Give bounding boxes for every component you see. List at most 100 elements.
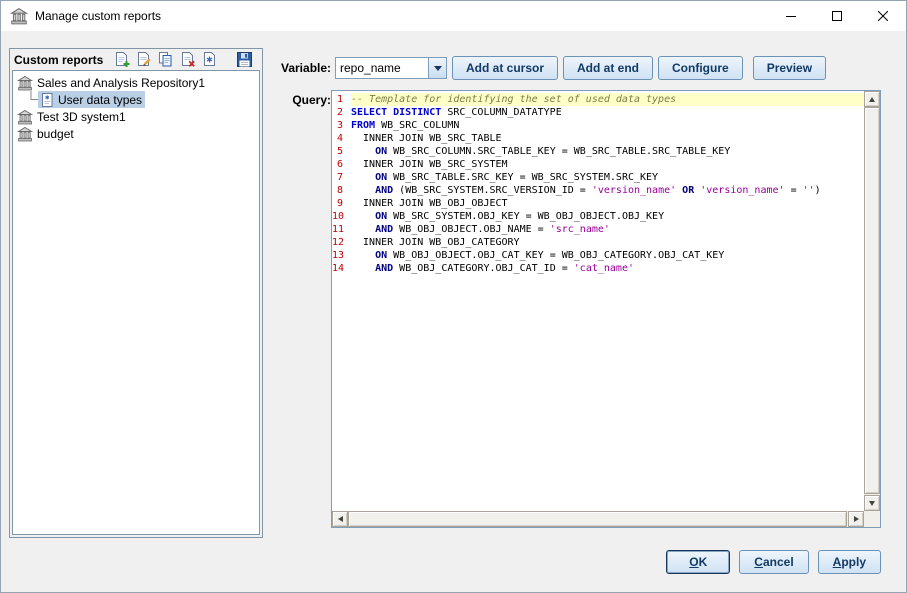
code-line[interactable]: 12 INNER JOIN WB_OBJ_CATEGORY [332,236,864,249]
save-icon[interactable] [236,51,253,68]
repository-icon [17,109,33,125]
copy-report-icon[interactable] [157,51,174,68]
delete-report-icon[interactable] [179,51,196,68]
code-line[interactable]: 6 INNER JOIN WB_SRC_SYSTEM [332,158,864,171]
code-text: INNER JOIN WB_OBJ_CATEGORY [351,236,864,249]
line-number: 7 [332,171,351,184]
code-line[interactable]: 14 AND WB_OBJ_CATEGORY.OBJ_CAT_ID = 'cat… [332,262,864,275]
line-number: 14 [332,262,351,275]
arrow-right-icon [854,516,862,522]
code-text: AND WB_OBJ_CATEGORY.OBJ_CAT_ID = 'cat_na… [351,262,864,275]
tree-item-budget[interactable]: budget [13,125,259,142]
tree-item-label: Test 3D system1 [37,110,126,124]
tree-connector [26,91,38,108]
line-number: 5 [332,145,351,158]
scrollbar-corner [864,511,880,527]
line-number: 3 [332,119,351,132]
tree-item-label: Sales and Analysis Repository1 [37,76,205,90]
horizontal-scrollbar-thumb[interactable] [348,511,847,527]
manage-custom-reports-dialog: Manage custom reports Custom reports [0,0,907,593]
variable-combobox[interactable]: repo_name [335,57,447,79]
code-text: INNER JOIN WB_OBJ_OBJECT [351,197,864,210]
code-line[interactable]: 8 AND (WB_SRC_SYSTEM.SRC_VERSION_ID = 'v… [332,184,864,197]
code-text: -- Template for identifying the set of u… [351,93,864,106]
line-number: 10 [332,210,351,223]
dialog-body: Custom reports [1,31,906,592]
ok-button[interactable]: OK [666,550,730,574]
code-line[interactable]: 13 ON WB_OBJ_OBJECT.OBJ_CAT_KEY = WB_OBJ… [332,249,864,262]
code-line[interactable]: 10 ON WB_SRC_SYSTEM.OBJ_KEY = WB_OBJ_OBJ… [332,210,864,223]
variable-label: Variable: [281,61,331,75]
variable-row: Variable: repo_name Add at cursor Add at… [281,55,826,80]
line-number: 1 [332,93,351,106]
vertical-scrollbar[interactable] [864,91,880,511]
code-text: SELECT DISTINCT SRC_COLUMN_DATATYPE [351,106,864,119]
code-line[interactable]: 4 INNER JOIN WB_SRC_TABLE [332,132,864,145]
line-number: 4 [332,132,351,145]
repository-icon [17,75,33,91]
repository-icon [17,126,33,142]
arrow-up-icon [869,94,875,102]
code-line[interactable]: 7 ON WB_SRC_TABLE.SRC_KEY = WB_SRC_SYSTE… [332,171,864,184]
scroll-down-button[interactable] [864,495,880,511]
custom-reports-tree: Sales and Analysis Repository1 [12,70,260,535]
query-editor[interactable]: 1-- Template for identifying the set of … [331,90,881,528]
line-number: 6 [332,158,351,171]
maximize-button[interactable] [814,1,860,31]
code-line[interactable]: 1-- Template for identifying the set of … [332,93,864,106]
tree-item-test-3d-system[interactable]: Test 3D system1 [13,108,259,125]
titlebar[interactable]: Manage custom reports [1,1,906,31]
new-report-icon[interactable] [113,51,130,68]
footer-buttons: OK Cancel Apply [666,550,881,574]
scroll-left-button[interactable] [332,511,348,527]
line-number: 11 [332,223,351,236]
arrow-left-icon [335,516,343,522]
horizontal-scrollbar[interactable] [332,511,864,527]
code-line[interactable]: 3FROM WB_SRC_COLUMN [332,119,864,132]
code-area[interactable]: 1-- Template for identifying the set of … [332,91,864,511]
scroll-right-button[interactable] [848,511,864,527]
tree-item-label: budget [37,127,74,141]
custom-reports-header: Custom reports [10,49,262,69]
tree-selection-highlight: User data types [38,91,145,108]
apply-button[interactable]: Apply [818,550,881,574]
edit-report-icon[interactable] [135,51,152,68]
report-template-icon[interactable] [201,51,218,68]
preview-button[interactable]: Preview [753,56,826,80]
custom-reports-label: Custom reports [14,53,103,67]
code-text: ON WB_SRC_TABLE.SRC_KEY = WB_SRC_SYSTEM.… [351,171,864,184]
window-title: Manage custom reports [35,9,161,23]
tree-item-sales-and-analysis-repository[interactable]: Sales and Analysis Repository1 [13,74,259,91]
tree-item-user-data-types[interactable]: User data types [13,91,259,108]
code-text: INNER JOIN WB_SRC_TABLE [351,132,864,145]
scroll-up-button[interactable] [864,91,880,107]
add-at-cursor-button[interactable]: Add at cursor [452,56,558,80]
code-line[interactable]: 5 ON WB_SRC_COLUMN.SRC_TABLE_KEY = WB_SR… [332,145,864,158]
minimize-button[interactable] [768,1,814,31]
arrow-down-icon [869,501,875,509]
code-line[interactable]: 9 INNER JOIN WB_OBJ_OBJECT [332,197,864,210]
code-text: FROM WB_SRC_COLUMN [351,119,864,132]
line-number: 2 [332,106,351,119]
code-text: ON WB_SRC_COLUMN.SRC_TABLE_KEY = WB_SRC_… [351,145,864,158]
code-line[interactable]: 11 AND WB_OBJ_OBJECT.OBJ_NAME = 'src_nam… [332,223,864,236]
line-number: 13 [332,249,351,262]
report-icon [39,92,55,108]
chevron-down-icon [434,66,442,75]
cancel-button[interactable]: Cancel [739,550,808,574]
code-text: AND WB_OBJ_OBJECT.OBJ_NAME = 'src_name' [351,223,864,236]
combo-dropdown-button[interactable] [428,58,446,78]
variable-value: repo_name [336,61,428,75]
custom-reports-panel: Custom reports [9,48,263,538]
code-text: ON WB_OBJ_OBJECT.OBJ_CAT_KEY = WB_OBJ_CA… [351,249,864,262]
close-button[interactable] [860,1,906,31]
code-line[interactable]: 2SELECT DISTINCT SRC_COLUMN_DATATYPE [332,106,864,119]
code-text: AND (WB_SRC_SYSTEM.SRC_VERSION_ID = 'ver… [351,184,864,197]
line-number: 8 [332,184,351,197]
code-text: INNER JOIN WB_SRC_SYSTEM [351,158,864,171]
add-at-end-button[interactable]: Add at end [563,56,653,80]
vertical-scrollbar-thumb[interactable] [864,107,880,494]
code-text: ON WB_SRC_SYSTEM.OBJ_KEY = WB_OBJ_OBJECT… [351,210,864,223]
configure-button[interactable]: Configure [658,56,743,80]
tree-item-label: User data types [58,93,142,107]
